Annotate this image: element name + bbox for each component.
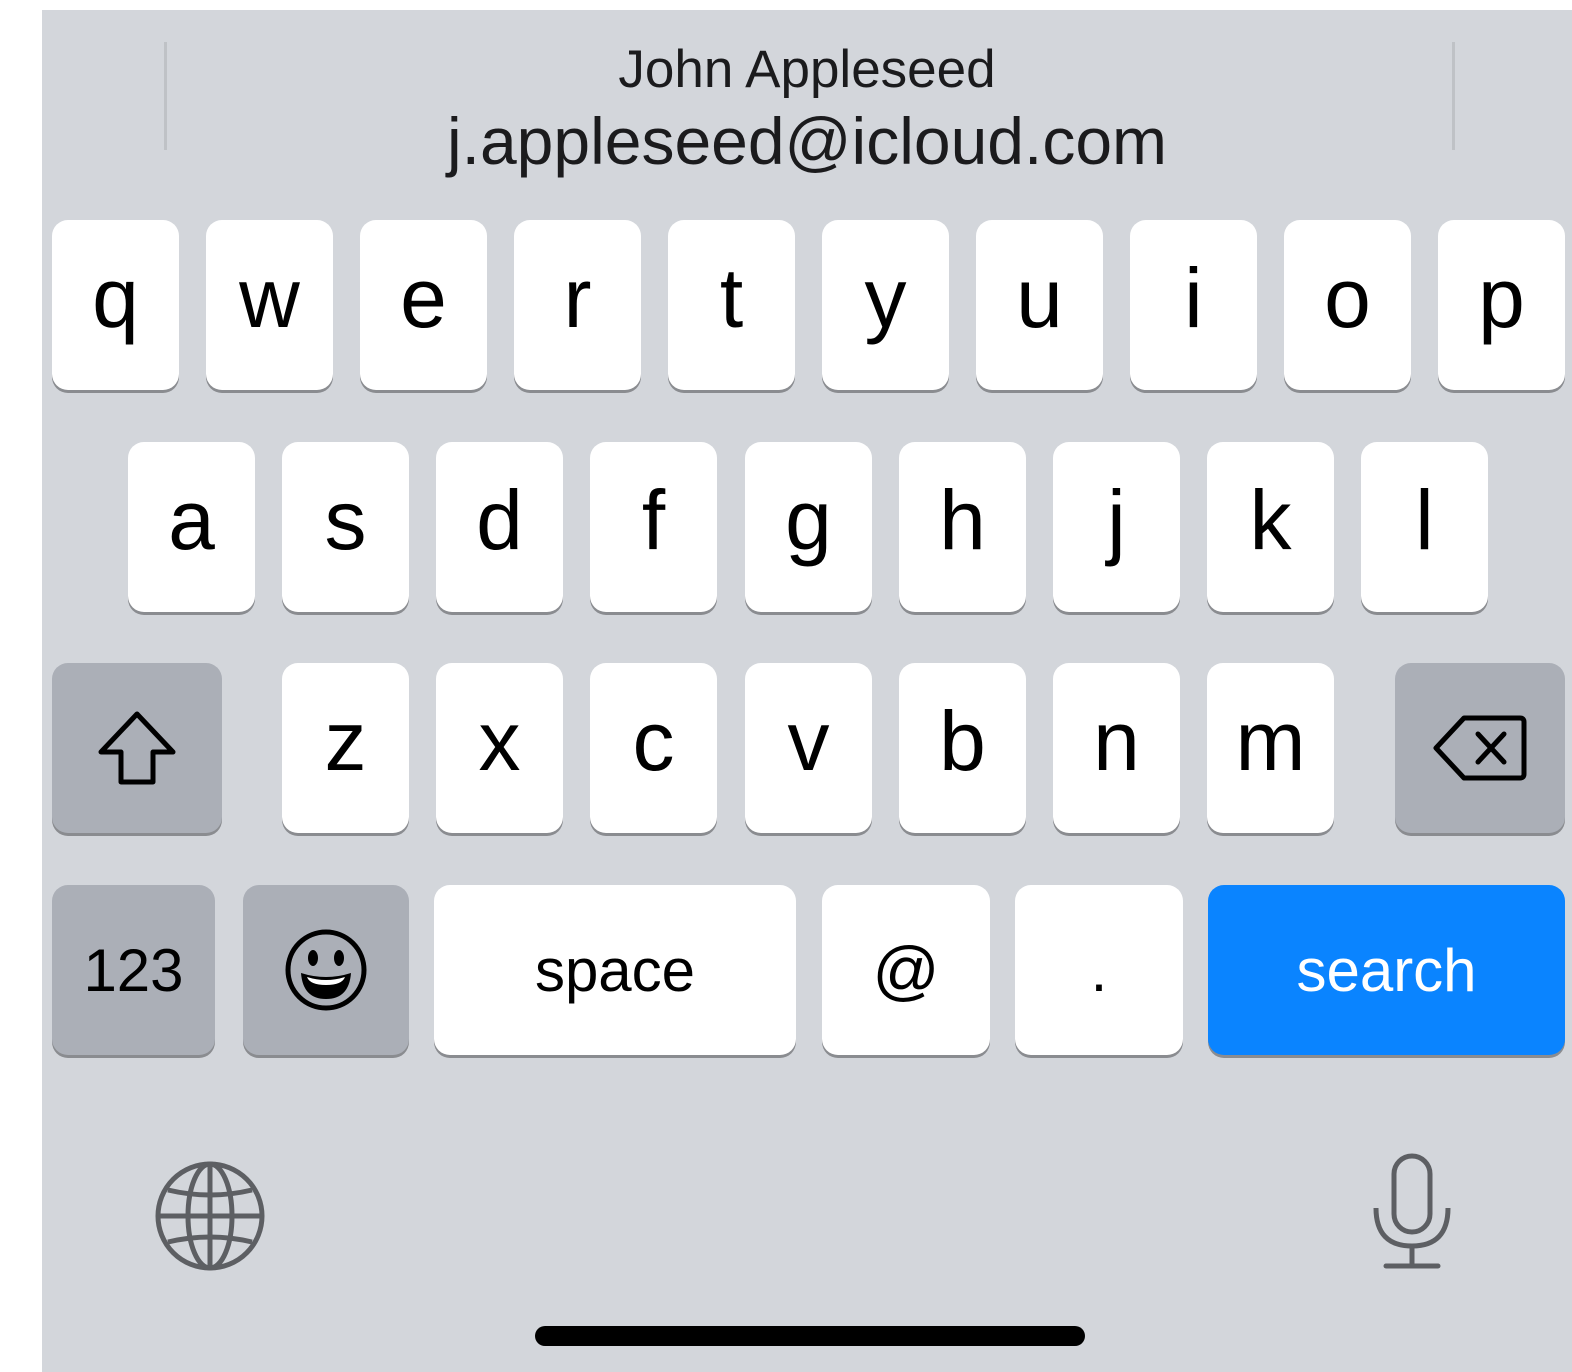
globe-button[interactable] — [152, 1158, 268, 1279]
suggestion-contact-name: John Appleseed — [618, 40, 996, 99]
key-label: b — [939, 693, 986, 788]
key-f[interactable]: f — [590, 442, 717, 612]
key-label: i — [1184, 250, 1203, 345]
key-k[interactable]: k — [1207, 442, 1334, 612]
key-h[interactable]: h — [899, 442, 1026, 612]
search-key-label: search — [1296, 936, 1477, 1004]
key-label: w — [239, 250, 300, 345]
key-label: g — [785, 472, 832, 567]
key-g[interactable]: g — [745, 442, 872, 612]
key-b[interactable]: b — [899, 663, 1026, 833]
key-label: m — [1235, 693, 1306, 788]
key-label: j — [1107, 472, 1126, 567]
contact-suggestion[interactable]: John Appleseed j.appleseed@icloud.com — [172, 38, 1442, 180]
home-indicator — [535, 1326, 1085, 1346]
key-label: u — [1016, 250, 1063, 345]
key-label: e — [400, 250, 447, 345]
suggestion-divider-left — [164, 42, 167, 150]
suggestion-divider-right — [1452, 42, 1455, 150]
key-label: q — [92, 250, 139, 345]
microphone-icon — [1368, 1153, 1456, 1276]
key-label: s — [324, 472, 367, 567]
keyboard: John Appleseed j.appleseed@icloud.com q … — [42, 10, 1572, 1372]
search-key[interactable]: search — [1208, 885, 1565, 1055]
key-m[interactable]: m — [1207, 663, 1334, 833]
key-c[interactable]: c — [590, 663, 717, 833]
space-key-label: space — [534, 936, 696, 1004]
key-x[interactable]: x — [436, 663, 563, 833]
numbers-key[interactable]: 123 — [52, 885, 215, 1055]
globe-icon — [152, 1161, 268, 1278]
key-r[interactable]: r — [514, 220, 641, 390]
key-u[interactable]: u — [976, 220, 1103, 390]
key-label: f — [641, 472, 666, 567]
key-e[interactable]: e — [360, 220, 487, 390]
numbers-key-label: 123 — [83, 936, 184, 1004]
shift-arrow-icon — [95, 708, 179, 788]
key-p[interactable]: p — [1438, 220, 1565, 390]
at-key[interactable]: @ — [822, 885, 990, 1055]
key-l[interactable]: l — [1361, 442, 1488, 612]
key-o[interactable]: o — [1284, 220, 1411, 390]
key-w[interactable]: w — [206, 220, 333, 390]
period-key[interactable]: . — [1015, 885, 1183, 1055]
key-z[interactable]: z — [282, 663, 409, 833]
key-s[interactable]: s — [282, 442, 409, 612]
period-key-label: . — [1090, 936, 1108, 1004]
key-label: v — [787, 693, 830, 788]
at-key-label: @ — [872, 933, 940, 1007]
key-label: z — [324, 693, 367, 788]
key-d[interactable]: d — [436, 442, 563, 612]
key-label: k — [1249, 472, 1292, 567]
space-key[interactable]: space — [434, 885, 796, 1055]
key-label: y — [864, 250, 907, 345]
emoji-smiley-icon — [283, 927, 369, 1013]
key-label: a — [168, 472, 215, 567]
key-i[interactable]: i — [1130, 220, 1257, 390]
dictation-button[interactable] — [1368, 1152, 1456, 1277]
key-j[interactable]: j — [1053, 442, 1180, 612]
key-label: d — [476, 472, 523, 567]
delete-backspace-icon — [1430, 712, 1530, 784]
key-label: c — [632, 693, 675, 788]
key-y[interactable]: y — [822, 220, 949, 390]
key-label: l — [1415, 472, 1434, 567]
key-t[interactable]: t — [668, 220, 795, 390]
key-label: o — [1324, 250, 1371, 345]
key-label: x — [478, 693, 521, 788]
delete-key[interactable] — [1395, 663, 1565, 833]
key-label: n — [1093, 693, 1140, 788]
key-label: p — [1478, 250, 1525, 345]
shift-key[interactable] — [52, 663, 222, 833]
key-q[interactable]: q — [52, 220, 179, 390]
key-label: h — [939, 472, 986, 567]
key-n[interactable]: n — [1053, 663, 1180, 833]
emoji-key[interactable] — [243, 885, 409, 1055]
key-label: t — [719, 250, 744, 345]
key-v[interactable]: v — [745, 663, 872, 833]
suggestion-contact-email: j.appleseed@icloud.com — [446, 104, 1168, 178]
key-a[interactable]: a — [128, 442, 255, 612]
key-label: r — [563, 250, 592, 345]
